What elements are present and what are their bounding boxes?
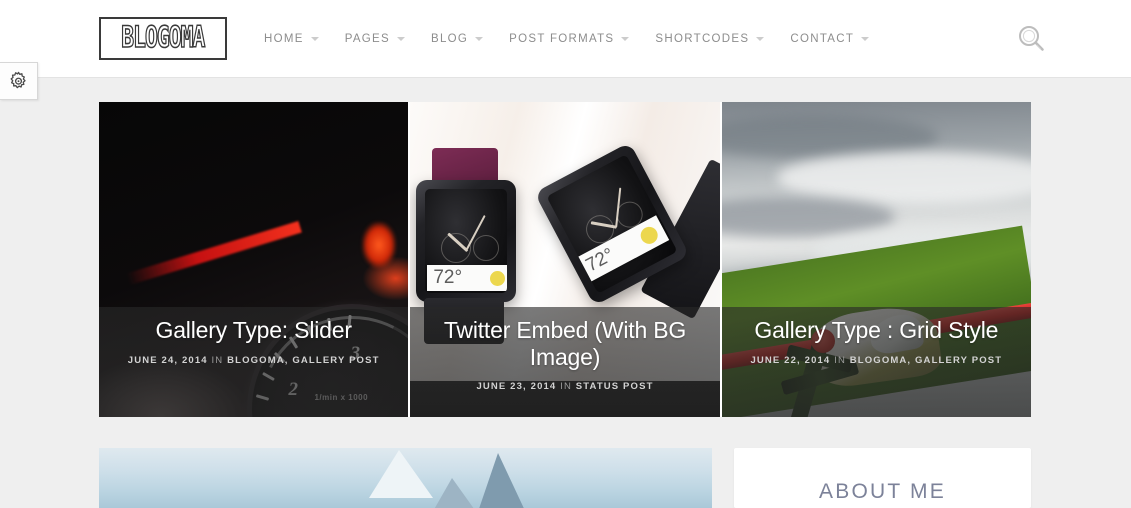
theme-options-tab[interactable] <box>0 62 38 100</box>
nav-label: BLOG <box>430 33 469 45</box>
main-navigation: HOME PAGES BLOG POST FORMATS SHORTCODES … <box>264 0 895 78</box>
feature-post-mountain[interactable] <box>99 448 712 508</box>
post-overlay: Twitter Embed (With BG Image) JUNE 23, 2… <box>410 307 720 417</box>
post-meta: JUNE 24, 2014 IN BLOGOMA, GALLERY POST <box>128 355 380 366</box>
watch-screen-left: 72° <box>425 189 508 293</box>
post-title[interactable]: Gallery Type: Slider <box>156 317 352 344</box>
post-date: JUNE 24, 2014 <box>127 354 208 366</box>
post-overlay: Gallery Type: Slider JUNE 24, 2014 IN BL… <box>99 307 409 417</box>
sun-icon <box>490 270 506 286</box>
watch-weather-card-left: 72° <box>427 265 508 291</box>
chevron-down-icon <box>861 37 870 41</box>
nav-label: POST FORMATS <box>509 33 615 45</box>
tachometer-red-arc <box>125 220 302 285</box>
widget-title: ABOUT ME <box>819 480 946 503</box>
watch-band-purple <box>432 148 499 184</box>
dashboard-red-light <box>361 221 396 268</box>
post-card-twitter-embed[interactable]: 72° 72° Twitter Embed (With BG Image) JU… <box>410 102 720 417</box>
featured-posts-row: 3 2 1/min x 1000 Gallery Type: Slider JU… <box>99 102 1031 417</box>
storm-cloud <box>721 196 895 237</box>
mountain-snow-cap <box>368 450 433 498</box>
mountain-photo <box>99 448 712 508</box>
nav-label: SHORTCODES <box>655 33 750 45</box>
search-toggle-button[interactable] <box>1015 22 1049 56</box>
watch-subdial <box>473 235 500 261</box>
post-overlay: Gallery Type : Grid Style JUNE 22, 2014 … <box>721 307 1031 417</box>
post-meta: JUNE 22, 2014 IN BLOGOMA, GALLERY POST <box>750 355 1002 366</box>
post-card-gallery-grid[interactable]: Gallery Type : Grid Style JUNE 22, 2014 … <box>721 102 1031 417</box>
nav-item-pages[interactable]: PAGES <box>345 33 405 45</box>
page-content: 3 2 1/min x 1000 Gallery Type: Slider JU… <box>0 78 1131 508</box>
chevron-down-icon <box>756 37 765 41</box>
post-categories[interactable]: STATUS POST <box>576 381 654 392</box>
site-logo[interactable]: BLOGOMA <box>99 17 227 60</box>
nav-label: PAGES <box>344 33 390 45</box>
post-categories[interactable]: BLOGOMA, GALLERY POST <box>227 355 379 366</box>
sidebar-widget-about-me: ABOUT ME <box>734 448 1031 508</box>
site-header: BLOGOMA HOME PAGES BLOG POST FORMATS SHO… <box>0 0 1131 78</box>
nav-item-post-formats[interactable]: POST FORMATS <box>509 33 630 45</box>
watch-temperature: 72° <box>433 267 463 288</box>
gear-icon <box>10 71 26 88</box>
nav-item-home[interactable]: HOME <box>264 33 319 45</box>
post-title[interactable]: Gallery Type : Grid Style <box>754 317 998 344</box>
nav-item-contact[interactable]: CONTACT <box>790 33 870 45</box>
post-date: JUNE 22, 2014 <box>750 354 831 366</box>
sun-icon <box>637 223 661 247</box>
chevron-down-icon <box>310 37 319 41</box>
search-icon <box>1019 26 1044 51</box>
post-card-gallery-slider[interactable]: 3 2 1/min x 1000 Gallery Type: Slider JU… <box>99 102 409 417</box>
site-logo-text: BLOGOMA <box>121 20 206 55</box>
nav-item-blog[interactable]: BLOG <box>430 33 484 45</box>
nav-label: HOME <box>264 33 304 45</box>
chevron-down-icon <box>396 37 405 41</box>
post-meta-in: IN <box>560 381 572 393</box>
post-meta: JUNE 23, 2014 IN STATUS POST <box>476 381 653 392</box>
chevron-down-icon <box>621 37 630 41</box>
nav-label: CONTACT <box>790 33 855 45</box>
secondary-row: ABOUT ME <box>99 448 1031 508</box>
post-categories[interactable]: BLOGOMA, GALLERY POST <box>850 355 1002 366</box>
storm-cloud <box>777 152 1031 205</box>
chevron-down-icon <box>475 37 484 41</box>
post-meta-in: IN <box>834 354 846 366</box>
nav-item-shortcodes[interactable]: SHORTCODES <box>655 33 765 45</box>
post-date: JUNE 23, 2014 <box>476 381 557 393</box>
post-meta-in: IN <box>211 354 224 366</box>
post-title[interactable]: Twitter Embed (With BG Image) <box>428 317 701 370</box>
watch-temperature: 72° <box>582 244 618 277</box>
smartwatch-left: 72° <box>416 180 517 302</box>
